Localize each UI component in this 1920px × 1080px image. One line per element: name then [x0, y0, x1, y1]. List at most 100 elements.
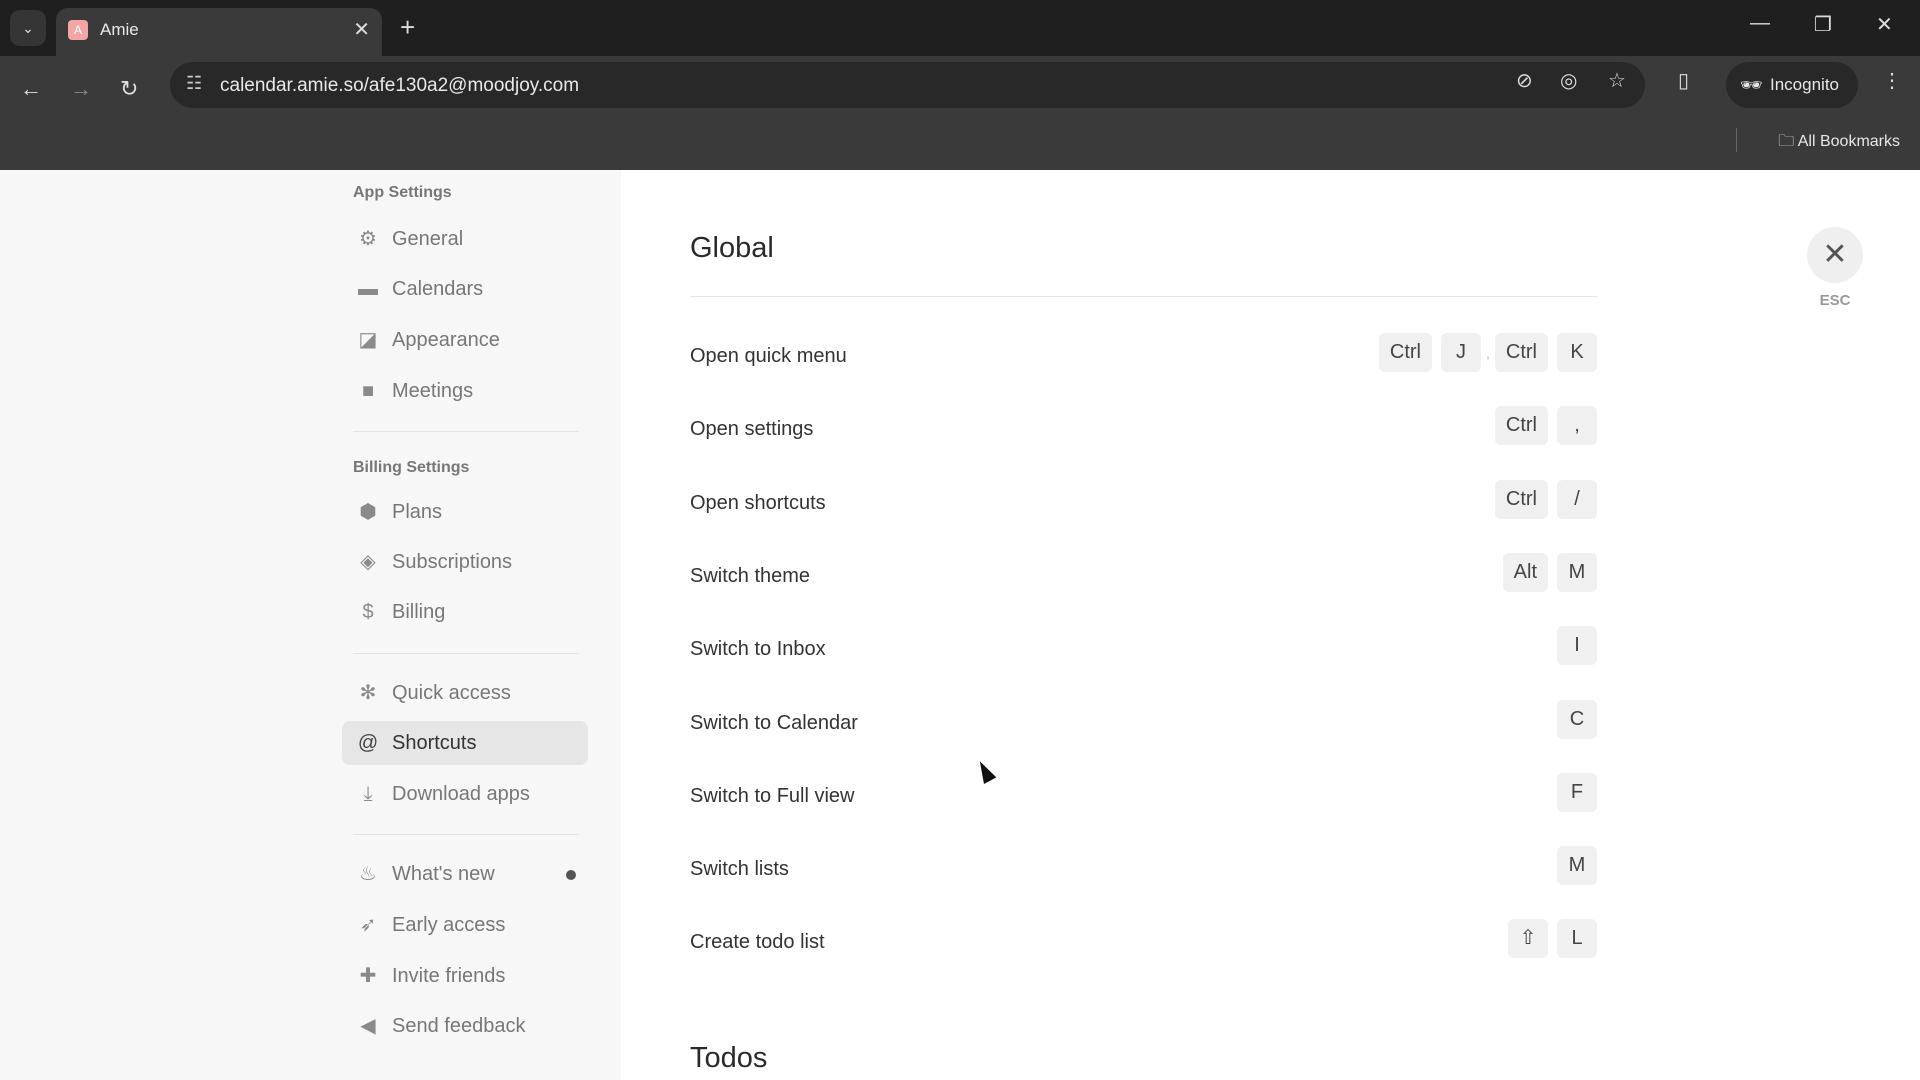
sidebar-item-label: Billing — [392, 601, 446, 623]
sidebar-item-send-feedback[interactable]: ◀ Send feedback — [342, 1004, 588, 1048]
key-cap: / — [1557, 479, 1597, 519]
shortcut-label: Switch to Inbox — [690, 638, 826, 661]
key-cap: Ctrl — [1494, 406, 1548, 446]
calendar-icon: ▬ — [358, 278, 378, 300]
sidebar-item-meetings[interactable]: ■ Meetings — [342, 369, 588, 413]
all-bookmarks-button[interactable]: 🗀 All Bookmarks — [1778, 130, 1900, 157]
sidebar-item-invite-friends[interactable]: ✚ Invite friends — [342, 954, 588, 998]
shortcut-label: Create todo list — [690, 931, 825, 954]
shortcut-row: Open settings Ctrl, — [690, 406, 1597, 458]
sidebar-item-billing[interactable]: $ Billing — [342, 590, 588, 634]
key-combo: Ctrl J, Ctrl K — [1378, 333, 1597, 372]
sidebar-item-shortcuts[interactable]: @ Shortcuts — [342, 721, 588, 765]
key-cap: F — [1557, 772, 1597, 812]
shortcut-label: Switch to Calendar — [690, 711, 858, 734]
gift-icon: ✚ — [359, 965, 377, 987]
browser-tab[interactable]: A Amie ✕ — [56, 8, 382, 56]
hexagon-icon: ⬢ — [359, 501, 377, 523]
forward-icon[interactable]: → — [70, 76, 92, 102]
dollar-icon: $ — [362, 601, 374, 623]
sidebar-item-download-apps[interactable]: ⤓ Download apps — [342, 772, 588, 816]
star-icon[interactable]: ☆ — [1608, 68, 1626, 93]
browser-toolbar: ← → ↻ ☷ calendar.amie.so/afe130a2@moodjo… — [0, 56, 1920, 170]
shortcut-row: Open quick menu Ctrl J, Ctrl K — [690, 333, 1597, 385]
close-icon: ✕ — [1822, 238, 1848, 271]
divider — [1736, 128, 1737, 152]
folder-icon: 🗀 — [1778, 133, 1798, 150]
sidebar-item-general[interactable]: ⚙ General — [342, 217, 588, 261]
sidebar-item-appearance[interactable]: ◪ Appearance — [342, 318, 588, 362]
shortcut-label: Open settings — [690, 418, 814, 441]
key-cap: Ctrl — [1494, 333, 1548, 372]
sidebar-item-label: Calendars — [392, 278, 484, 300]
key-cap: I — [1557, 626, 1597, 666]
amie-favicon-icon: A — [68, 20, 88, 40]
key-combo: F — [1557, 772, 1597, 812]
menu-kebab-icon[interactable]: ⋮ — [1882, 68, 1902, 93]
box-icon: ◈ — [360, 551, 376, 573]
section-title-global: Global — [690, 232, 774, 264]
key-cap: Ctrl — [1494, 479, 1548, 519]
key-combo: M — [1557, 846, 1597, 886]
tab-search-button[interactable]: ⌄ — [10, 10, 46, 46]
address-bar[interactable]: ☷ calendar.amie.so/afe130a2@moodjoy.com — [170, 62, 1645, 108]
key-cap: Alt — [1502, 552, 1548, 592]
tracking-off-icon[interactable]: ⊘ — [1516, 68, 1533, 93]
shortcut-row: Open shortcuts Ctrl / — [690, 479, 1597, 532]
minimize-icon[interactable]: — — [1750, 12, 1770, 35]
sidebar-item-calendars[interactable]: ▬ Calendars — [342, 267, 588, 311]
side-panel-icon[interactable]: ▯ — [1678, 68, 1689, 93]
close-tab-icon[interactable]: ✕ — [353, 17, 370, 42]
shortcut-row: Switch to Calendar C — [690, 699, 1597, 752]
eye-off-icon[interactable]: ◎ — [1560, 68, 1577, 93]
sidebar-item-label: Early access — [392, 914, 506, 936]
billing-settings-header: Billing Settings — [353, 459, 470, 476]
close-window-icon[interactable]: ✕ — [1876, 12, 1893, 37]
back-icon[interactable]: ← — [20, 76, 42, 102]
flame-icon: ♨ — [359, 863, 377, 885]
sidebar-item-what-s-new[interactable]: ♨ What's new — [342, 852, 588, 896]
divider — [690, 296, 1597, 297]
reload-icon[interactable]: ↻ — [120, 76, 138, 102]
sidebar-item-label: Meetings — [392, 380, 474, 402]
new-tab-button[interactable]: + — [400, 12, 415, 43]
key-combo: Alt M — [1502, 552, 1597, 592]
wheel-icon: ✻ — [359, 682, 377, 704]
incognito-label: Incognito — [1770, 75, 1839, 94]
close-settings-button[interactable]: ✕ — [1807, 227, 1863, 283]
key-cap: M — [1557, 846, 1597, 886]
sidebar-item-subscriptions[interactable]: ◈ Subscriptions — [342, 540, 588, 584]
rocket-icon: ➶ — [359, 914, 377, 936]
sidebar-item-plans[interactable]: ⬢ Plans — [342, 490, 588, 534]
gear-icon: ⚙ — [359, 228, 377, 250]
section-title-todos: Todos — [690, 1042, 768, 1074]
url-text[interactable]: calendar.amie.so/afe130a2@moodjoy.com — [220, 75, 579, 97]
restore-icon[interactable]: ❐ — [1814, 12, 1832, 37]
sidebar-item-label: Send feedback — [392, 1015, 526, 1037]
video-icon: ■ — [361, 380, 375, 402]
key-combo: C — [1557, 699, 1597, 739]
sidebar-item-label: What's new — [392, 863, 495, 885]
esc-hint: ESC — [1819, 292, 1851, 309]
shortcut-label: Open shortcuts — [690, 491, 826, 514]
tab-title: Amie — [100, 20, 139, 39]
site-settings-icon[interactable]: ☷ — [186, 73, 202, 94]
bookmarks-label: All Bookmarks — [1797, 133, 1900, 150]
sidebar-item-quick-access[interactable]: ✻ Quick access — [342, 671, 588, 715]
divider — [353, 834, 579, 835]
sidebar-item-early-access[interactable]: ➶ Early access — [342, 903, 588, 947]
key-cap: J — [1441, 333, 1481, 372]
key-combo: Ctrl / — [1494, 479, 1597, 519]
sidebar-item-label: Appearance — [392, 329, 500, 351]
shortcut-row: Switch lists M — [690, 846, 1597, 898]
divider — [353, 431, 579, 432]
key-combo: ⇧ L — [1508, 919, 1597, 959]
appearance-icon: ◪ — [358, 329, 378, 351]
key-combo: Ctrl, — [1494, 406, 1597, 446]
shortcut-row: Create todo list ⇧ L — [690, 919, 1597, 971]
incognito-badge[interactable]: 🕶 Incognito — [1726, 62, 1858, 108]
browser-tab-bar: ⌄ A Amie ✕ + — ❐ ✕ — [0, 0, 1920, 56]
mouse-cursor — [973, 758, 997, 784]
sidebar-item-label: General — [392, 228, 464, 250]
divider — [353, 653, 579, 654]
